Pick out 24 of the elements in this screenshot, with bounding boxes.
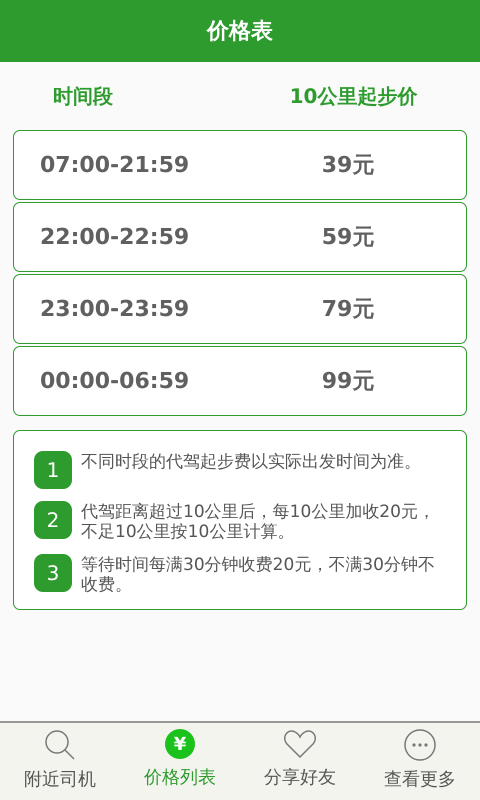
- tab[interactable]: 附近司机: [0, 723, 120, 800]
- search-icon: [44, 729, 76, 761]
- time-range: 07:00-21:59: [40, 152, 190, 178]
- yen-icon: ¥: [165, 729, 195, 759]
- column-header: 时间段: [53, 82, 113, 110]
- heart-icon: [283, 729, 317, 759]
- time-range: 22:00-22:59: [40, 224, 190, 250]
- note-text: 代驾距离超过10公里后，每10公里加收20元，不足10公里按10公里计算。: [81, 501, 436, 542]
- number-badge: 3: [34, 554, 72, 592]
- note-text: 等待时间每满30分钟收费20元，不满30分钟不收费。: [81, 554, 436, 595]
- time-range: 23:00-23:59: [40, 296, 190, 322]
- tab[interactable]: 查看更多: [360, 723, 480, 800]
- price-text: 59元: [322, 224, 374, 252]
- note-text: 不同时段的代驾起步费以实际出发时间为准。: [81, 451, 421, 472]
- more-icon: [404, 729, 436, 761]
- number-badge: 1: [34, 451, 72, 489]
- page-title: 价格表: [207, 18, 273, 46]
- price-text: 99元: [322, 368, 374, 396]
- time-range: 00:00-06:59: [40, 368, 190, 394]
- tab[interactable]: 分享好友: [240, 723, 360, 800]
- column-header: 10公里起步价: [290, 82, 418, 110]
- price-text: 39元: [322, 152, 374, 180]
- number-badge: 2: [34, 501, 72, 539]
- price-text: 79元: [322, 296, 374, 324]
